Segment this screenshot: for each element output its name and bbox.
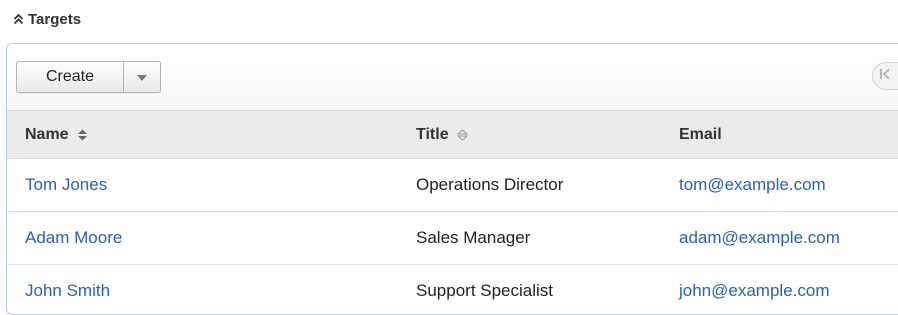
record-name-link[interactable]: Adam Moore (25, 228, 122, 247)
record-name-link[interactable]: John Smith (25, 281, 110, 300)
record-title: Operations Director (416, 175, 563, 194)
first-page-button[interactable] (872, 62, 898, 90)
create-button-group: Create (16, 61, 161, 93)
subpanel-title: Targets (28, 11, 81, 28)
subpanel-header-targets[interactable]: Targets (12, 8, 81, 30)
column-header-label: Name (25, 126, 69, 144)
column-header-label: Email (679, 126, 722, 144)
sort-active-icon[interactable] (77, 128, 89, 142)
column-header-label: Title (416, 126, 449, 144)
column-header-email[interactable]: Email (672, 111, 898, 159)
record-email-link[interactable]: tom@example.com (679, 175, 826, 194)
record-title: Support Specialist (416, 281, 553, 300)
sort-icon[interactable] (457, 128, 469, 142)
first-page-icon (879, 67, 891, 85)
table-row: Tom Jones Operations Director tom@exampl… (7, 159, 898, 212)
targets-subpanel: Create Name (6, 43, 898, 315)
record-email-link[interactable]: john@example.com (679, 281, 830, 300)
caret-down-icon (137, 68, 147, 86)
record-title: Sales Manager (416, 228, 530, 247)
targets-table: Name Title (7, 110, 898, 315)
column-header-name[interactable]: Name (7, 111, 410, 159)
table-row: John Smith Support Specialist john@examp… (7, 265, 898, 315)
table-header-row: Name Title (7, 111, 898, 159)
subpanel-toolbar: Create (7, 44, 898, 110)
table-row: Adam Moore Sales Manager adam@example.co… (7, 212, 898, 265)
double-chevron-up-icon[interactable] (12, 12, 24, 26)
column-header-title[interactable]: Title (410, 111, 672, 159)
create-dropdown-toggle[interactable] (124, 62, 160, 92)
create-button[interactable]: Create (17, 62, 124, 92)
record-name-link[interactable]: Tom Jones (25, 175, 107, 194)
record-email-link[interactable]: adam@example.com (679, 228, 840, 247)
